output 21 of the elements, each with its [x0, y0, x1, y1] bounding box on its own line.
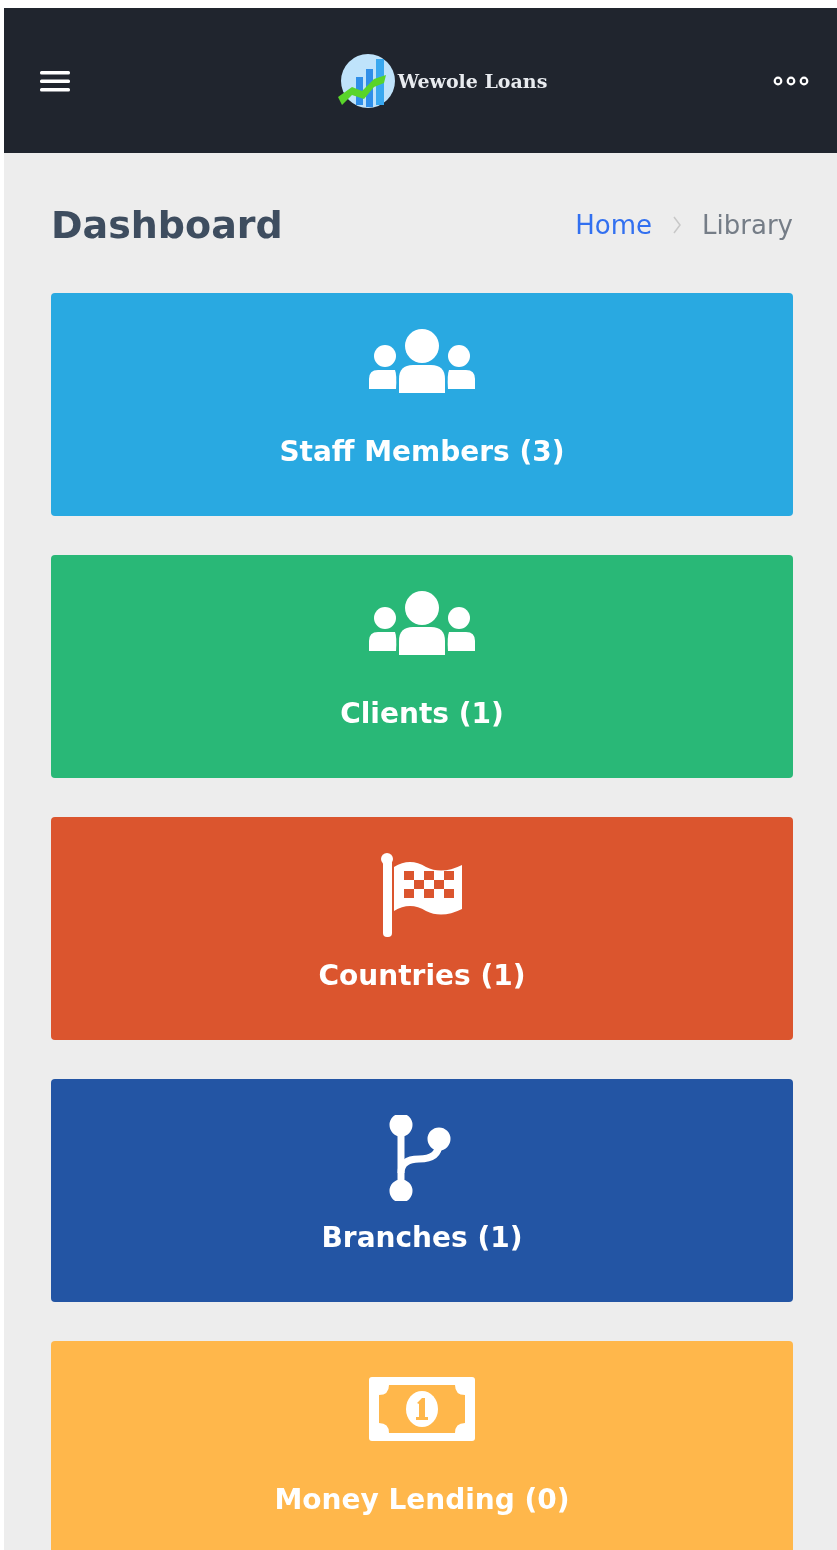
- banknote-icon: [369, 1377, 475, 1441]
- chevron-icon: [672, 215, 683, 235]
- breadcrumb-current: Library: [702, 210, 793, 240]
- page-title: Dashboard: [51, 203, 283, 247]
- more-icon[interactable]: [773, 75, 809, 86]
- stat-card[interactable]: Countries (1): [51, 817, 793, 1040]
- users-icon: [369, 591, 475, 655]
- menu-icon[interactable]: [40, 68, 70, 93]
- card-label: Branches (1): [321, 1221, 523, 1254]
- breadcrumb-link[interactable]: Home: [575, 210, 653, 240]
- brand-name[interactable]: Wewole Loans: [397, 69, 548, 92]
- stat-card[interactable]: Branches (1): [51, 1079, 793, 1302]
- checkered-flag-icon: [380, 853, 464, 937]
- card-label: Staff Members (3): [279, 435, 565, 468]
- card-label: Clients (1): [340, 697, 504, 730]
- card-label: Countries (1): [318, 959, 526, 992]
- card-label: Money Lending (0): [274, 1483, 570, 1516]
- stat-card[interactable]: Clients (1): [51, 555, 793, 778]
- users-icon: [369, 329, 475, 393]
- logo-icon: [335, 52, 396, 109]
- stat-card[interactable]: Staff Members (3): [51, 293, 793, 516]
